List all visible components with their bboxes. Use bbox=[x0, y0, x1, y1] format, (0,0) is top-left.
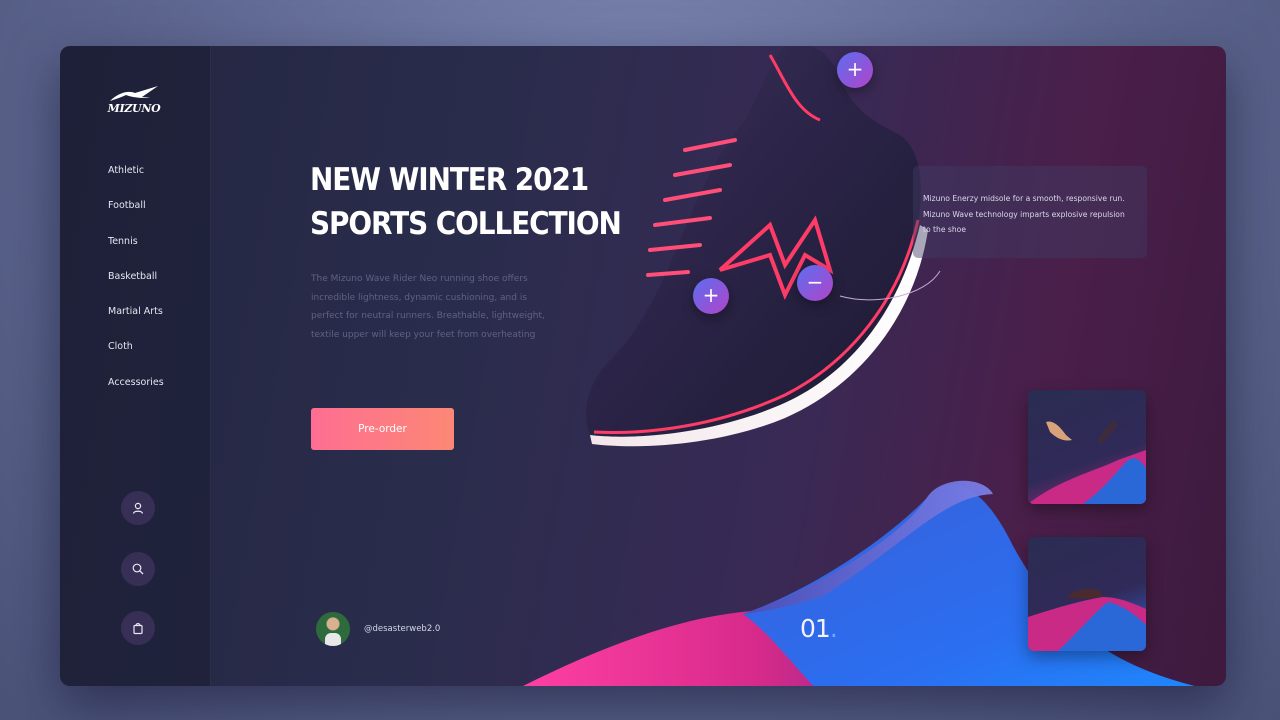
user-icon bbox=[132, 502, 144, 514]
slide-number: 01. bbox=[800, 614, 838, 643]
thumbnail-1-image bbox=[1028, 420, 1146, 504]
logo-wordmark: MIZUNO bbox=[107, 102, 161, 115]
hotspot-left-plus[interactable]: + bbox=[693, 278, 729, 314]
author-avatar bbox=[316, 612, 350, 646]
nav-item-tennis[interactable]: Tennis bbox=[108, 233, 164, 268]
bag-icon bbox=[133, 623, 143, 635]
product-description: The Mizuno Wave Rider Neo running shoe o… bbox=[311, 274, 545, 340]
nav-item-basketball[interactable]: Basketball bbox=[108, 268, 164, 303]
sidebar: MIZUNO Athletic Football Tennis Basketba… bbox=[60, 46, 211, 686]
runbird-icon bbox=[110, 86, 158, 101]
nav-item-accessories[interactable]: Accessories bbox=[108, 374, 164, 409]
profile-button[interactable] bbox=[121, 491, 155, 525]
cart-button[interactable] bbox=[121, 611, 155, 645]
hotspot-top-plus[interactable]: + bbox=[837, 52, 873, 88]
tooltip-connector-line bbox=[839, 270, 941, 301]
nav-item-martial-arts[interactable]: Martial Arts bbox=[108, 303, 164, 338]
feature-tooltip: Mizuno Enerzy midsole for a smooth, resp… bbox=[913, 166, 1147, 258]
search-button[interactable] bbox=[121, 552, 155, 586]
preorder-button[interactable]: Pre-order bbox=[311, 408, 454, 450]
nav-item-cloth[interactable]: Cloth bbox=[108, 338, 164, 373]
search-icon bbox=[132, 563, 144, 575]
mizuno-logo[interactable]: MIZUNO bbox=[104, 84, 164, 118]
category-nav: Athletic Football Tennis Basketball Mart… bbox=[108, 162, 164, 409]
hotspot-right-minus[interactable]: − bbox=[797, 265, 833, 301]
author-credit[interactable]: @desasterweb2.0 bbox=[316, 612, 440, 646]
nav-item-athletic[interactable]: Athletic bbox=[108, 162, 164, 197]
slide-number-dot: . bbox=[829, 614, 838, 643]
slide-number-value: 01 bbox=[800, 614, 831, 643]
product-shoe-image bbox=[586, 46, 928, 447]
nav-item-football[interactable]: Football bbox=[108, 197, 164, 232]
thumbnail-2[interactable] bbox=[1028, 537, 1146, 651]
hero-card: MIZUNO Athletic Football Tennis Basketba… bbox=[60, 46, 1226, 686]
feature-tooltip-text: Mizuno Enerzy midsole for a smooth, resp… bbox=[923, 194, 1125, 234]
thumbnail-2-image bbox=[1028, 589, 1146, 651]
thumbnail-1[interactable] bbox=[1028, 390, 1146, 504]
author-handle: @desasterweb2.0 bbox=[364, 624, 441, 634]
